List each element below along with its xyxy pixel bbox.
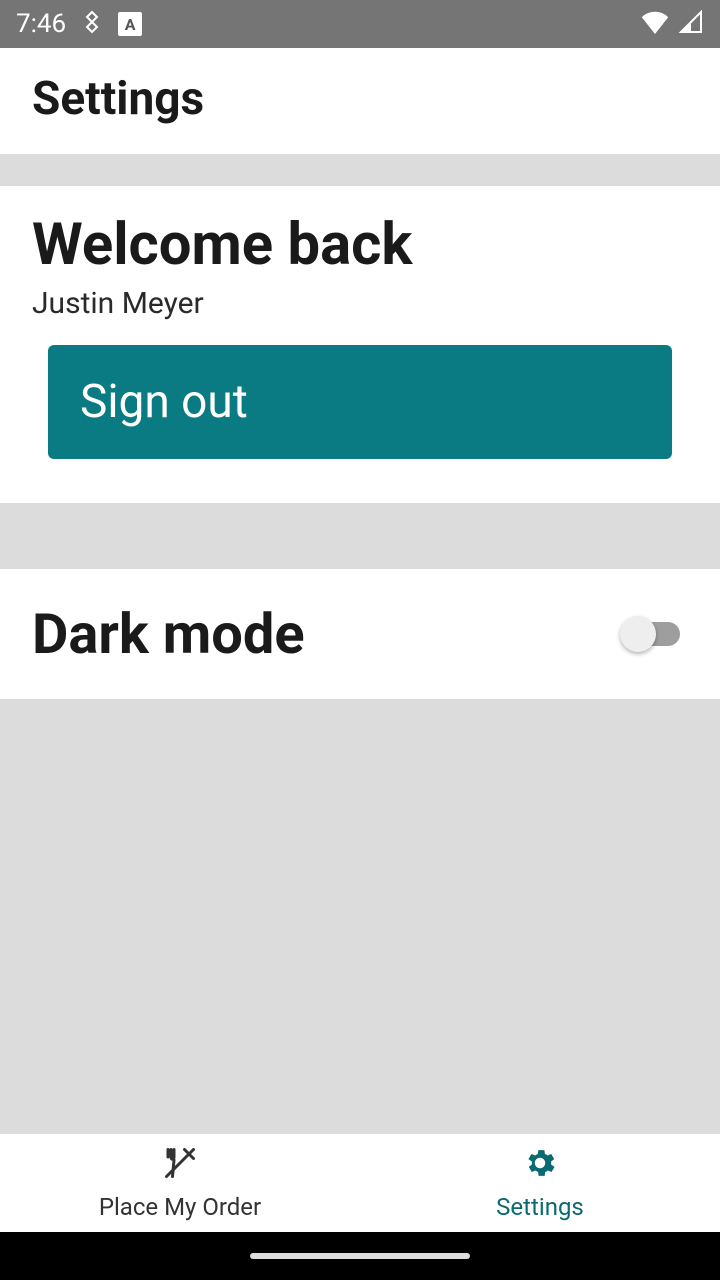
status-bar-right [640, 10, 704, 38]
gear-icon [522, 1145, 558, 1185]
page-title: Settings [32, 72, 688, 126]
sign-out-button[interactable]: Sign out [48, 345, 672, 459]
dark-mode-label: Dark mode [32, 601, 305, 667]
system-nav-bar [0, 1232, 720, 1280]
status-bar: 7:46 A [0, 0, 720, 48]
utensils-icon [162, 1145, 198, 1185]
welcome-title: Welcome back [32, 214, 688, 278]
wifi-icon [640, 10, 670, 38]
section-divider [0, 154, 720, 186]
location-icon [80, 10, 104, 38]
user-name: Justin Meyer [32, 286, 688, 321]
bottom-nav: Place My Order Settings [0, 1134, 720, 1232]
page-header: Settings [0, 48, 720, 154]
home-indicator[interactable] [250, 1253, 470, 1259]
nav-place-order-label: Place My Order [99, 1193, 261, 1221]
status-bar-left: 7:46 A [16, 9, 142, 39]
keyboard-icon: A [118, 12, 142, 36]
section-divider [0, 503, 720, 569]
cell-signal-icon [678, 10, 704, 38]
switch-thumb [620, 616, 656, 652]
status-time: 7:46 [16, 9, 66, 39]
nav-settings-label: Settings [496, 1193, 584, 1221]
welcome-card: Welcome back Justin Meyer Sign out [0, 186, 720, 503]
dark-mode-toggle[interactable] [620, 614, 688, 654]
dark-mode-row: Dark mode [0, 569, 720, 699]
nav-place-order[interactable]: Place My Order [0, 1134, 360, 1232]
nav-settings[interactable]: Settings [360, 1134, 720, 1232]
